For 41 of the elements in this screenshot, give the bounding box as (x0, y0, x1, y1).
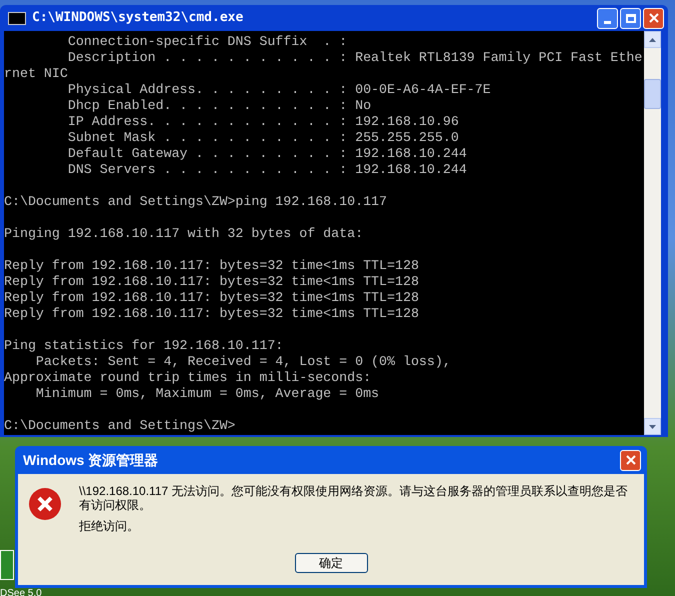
desktop-icon[interactable] (0, 550, 14, 580)
console-line: Dhcp Enabled. . . . . . . . . . . : No (66, 98, 372, 114)
window-title: C:\WINDOWS\system32\cmd.exe (32, 9, 244, 28)
desktop-icon-label: DSee 5.0 (0, 588, 42, 596)
error-message: \\192.168.10.117 无法访问。您可能没有权限使用网络资源。请与这台服务器的管理员联系以查明您是否有访问权限。 (79, 484, 629, 512)
console-line: DNS Servers . . . . . . . . . . . : 192.168.10.244 (66, 162, 468, 178)
console-line: Ping statistics for 192.168.10.117: (4, 338, 284, 354)
console-line: Subnet Mask . . . . . . . . . . . : 255.255.255.0 (66, 130, 460, 146)
minimize-button[interactable] (597, 8, 618, 28)
console-line: Reply from 192.168.10.117: bytes=32 time<1ms TTL=128 (4, 306, 420, 322)
error-detail: 拒绝访问。 (79, 519, 140, 533)
close-icon (648, 13, 658, 23)
up-arrow-icon (649, 38, 656, 42)
console-line: Minimum = 0ms, Maximum = 0ms, Average = 0ms (34, 386, 380, 402)
console-line: Packets: Sent = 4, Received = 4, Lost = 0 (0% loss), (34, 354, 452, 370)
console-line: Approximate round trip times in milli-seconds: (4, 370, 372, 386)
dialog-title: Windows 资源管理器 (23, 450, 158, 470)
scroll-thumb[interactable] (644, 79, 661, 109)
close-button[interactable] (643, 8, 664, 28)
scroll-down-button[interactable] (644, 418, 661, 435)
close-button[interactable] (620, 450, 641, 470)
console-line: C:\Documents and Settings\ZW> (4, 418, 236, 434)
console-line: IP Address. . . . . . . . . . . . : 192.168.10.96 (66, 114, 460, 130)
scroll-up-button[interactable] (644, 31, 661, 48)
console-line: Default Gateway . . . . . . . . . : 192.168.10.244 (66, 146, 468, 162)
console-icon (8, 12, 26, 24)
console-line: Connection-specific DNS Suffix . : (66, 34, 348, 50)
console-line: Description . . . . . . . . . . . : Realtek RTL8139 Family PCI Fast Ethe (66, 50, 644, 66)
console-line: Reply from 192.168.10.117: bytes=32 time<1ms TTL=128 (4, 274, 420, 290)
error-icon (28, 487, 62, 521)
console-line: rnet NIC (4, 66, 69, 82)
console-line: Pinging 192.168.10.117 with 32 bytes of data: (4, 226, 364, 242)
down-arrow-icon (649, 424, 656, 428)
console-line: Reply from 192.168.10.117: bytes=32 time<1ms TTL=128 (4, 290, 420, 306)
scrollbar[interactable] (644, 31, 661, 435)
maximize-button[interactable] (620, 8, 641, 28)
console-line: Reply from 192.168.10.117: bytes=32 time<1ms TTL=128 (4, 258, 420, 274)
close-icon (626, 455, 636, 465)
console-line: C:\Documents and Settings\ZW>ping 192.168.10.117 (4, 194, 388, 210)
ok-button[interactable]: 确定 (294, 553, 368, 573)
console-line: Physical Address. . . . . . . . . : 00-0E-A6-4A-EF-7E (66, 82, 492, 98)
